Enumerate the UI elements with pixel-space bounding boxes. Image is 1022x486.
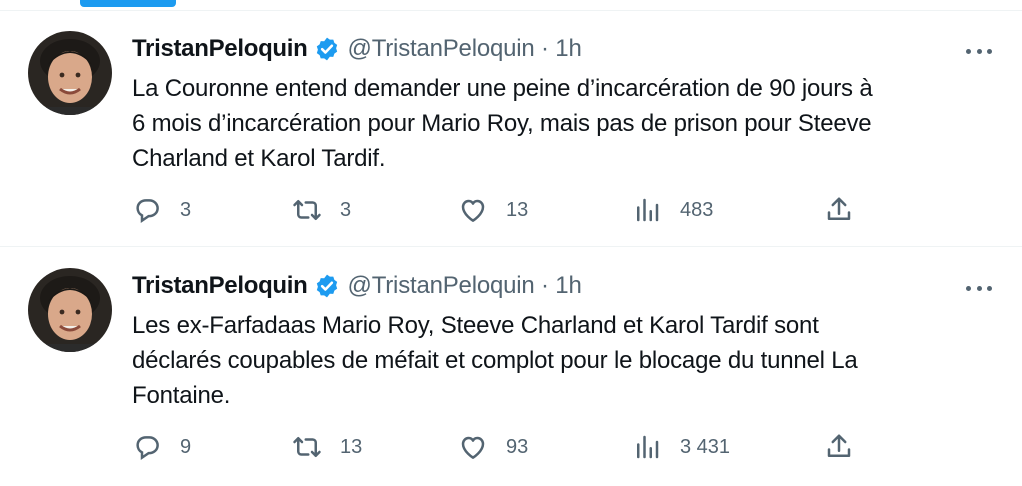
views-bar-chart-icon <box>637 435 659 459</box>
tweet-actions: 3 3 13 483 <box>132 195 862 225</box>
share-button[interactable] <box>824 195 854 225</box>
retweet-count: 13 <box>340 435 363 458</box>
tweet-actions: 9 13 93 3 431 <box>132 432 862 462</box>
avatar[interactable] <box>28 268 112 352</box>
verified-badge-icon[interactable] <box>314 36 340 62</box>
more-dots-icon[interactable] <box>966 278 992 298</box>
heart-icon <box>461 199 485 222</box>
active-tab-indicator <box>80 0 176 7</box>
like-count: 13 <box>506 198 529 221</box>
reply-button[interactable]: 9 <box>132 432 191 462</box>
more-dots-icon[interactable] <box>966 41 992 61</box>
author-name[interactable]: TristanPeloquin <box>132 272 308 300</box>
tweet-header: TristanPeloquin @TristanPeloquin · 1h <box>132 33 582 65</box>
tweet[interactable]: TristanPeloquin @TristanPeloquin · 1h Le… <box>0 248 1022 486</box>
retweet-count: 3 <box>340 198 352 221</box>
reply-count: 3 <box>180 198 192 221</box>
reply-button[interactable]: 3 <box>132 195 191 225</box>
retweet-icon <box>293 200 321 220</box>
tweet-text: La Couronne entend demander une peine d’… <box>132 75 873 172</box>
tweet-text: Les ex-Farfadaas Mario Roy, Steeve Charl… <box>132 312 858 409</box>
author-name[interactable]: TristanPeloquin <box>132 35 308 63</box>
tweet[interactable]: TristanPeloquin @TristanPeloquin · 1h La… <box>0 11 1022 247</box>
reply-icon <box>136 199 159 223</box>
reply-icon <box>136 436 159 460</box>
views-count: 3 431 <box>680 435 731 458</box>
views-button[interactable]: 483 <box>632 195 713 225</box>
retweet-button[interactable]: 13 <box>292 432 362 462</box>
retweet-button[interactable]: 3 <box>292 195 351 225</box>
author-handle-time[interactable]: @TristanPeloquin · 1h <box>348 35 582 63</box>
heart-icon <box>461 436 485 459</box>
views-button[interactable]: 3 431 <box>632 432 730 462</box>
share-icon <box>827 197 851 220</box>
verified-badge-icon[interactable] <box>314 273 340 299</box>
tweet-header: TristanPeloquin @TristanPeloquin · 1h <box>132 270 582 302</box>
like-count: 93 <box>506 435 529 458</box>
share-button[interactable] <box>824 432 854 462</box>
share-icon <box>827 434 851 457</box>
views-count: 483 <box>680 198 714 221</box>
retweet-icon <box>293 437 321 457</box>
views-bar-chart-icon <box>637 198 659 222</box>
like-button[interactable]: 93 <box>458 432 528 462</box>
like-button[interactable]: 13 <box>458 195 528 225</box>
avatar[interactable] <box>28 31 112 115</box>
reply-count: 9 <box>180 435 192 458</box>
author-handle-time[interactable]: @TristanPeloquin · 1h <box>348 272 582 300</box>
